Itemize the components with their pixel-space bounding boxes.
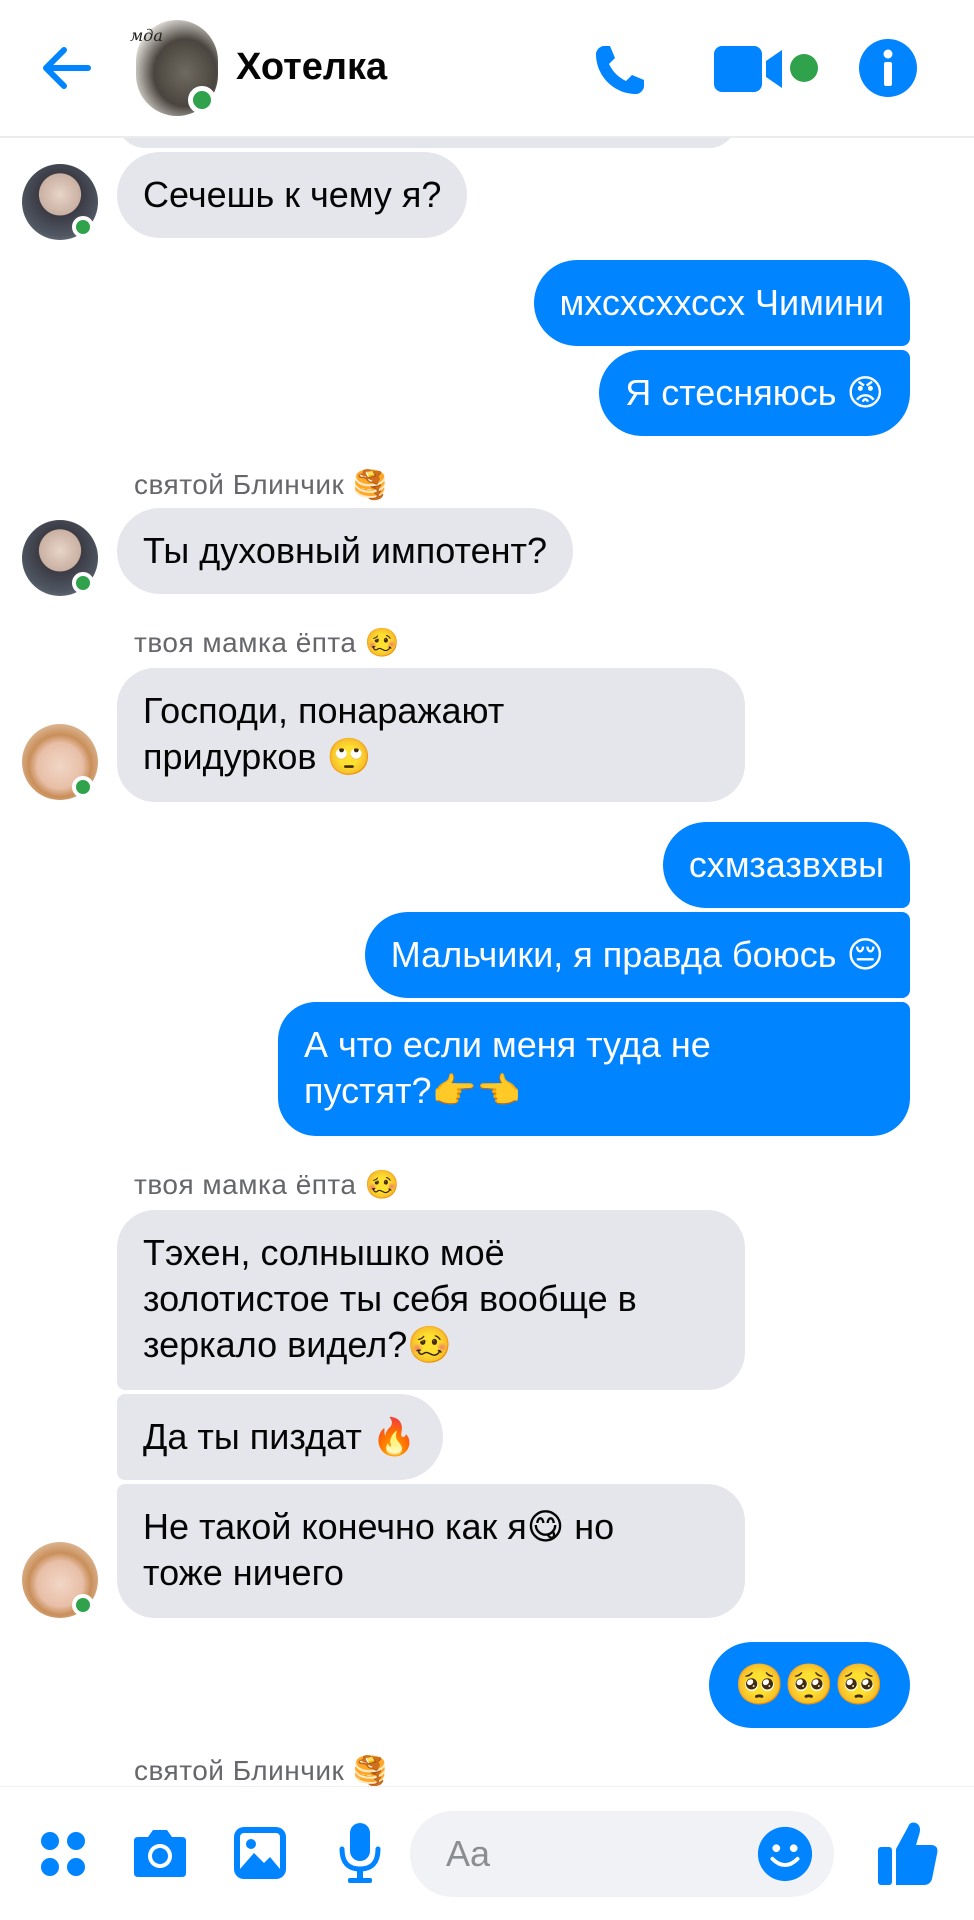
- message-bubble[interactable]: Мальчики, я правда боюсь 😔: [364, 912, 910, 998]
- online-indicator: [72, 216, 94, 238]
- message-bubble[interactable]: Тэхен, солнышко моё золотистое ты себя в…: [117, 1210, 745, 1390]
- message-bubble[interactable]: Ты духовный импотент?: [117, 508, 573, 594]
- online-indicator: [72, 776, 94, 798]
- sender-name: святой Блинчик 🥞: [134, 469, 388, 500]
- microphone-icon[interactable]: [338, 1821, 382, 1885]
- message-bubble[interactable]: мхсхсххссх Чимини: [533, 260, 910, 346]
- message-bubble[interactable]: А что если меня туда не пустят?👉👈: [278, 1002, 910, 1136]
- message-input[interactable]: Aa: [410, 1811, 834, 1897]
- message-bubble[interactable]: Господи, понаражают придурков 🙄: [117, 668, 745, 802]
- gallery-icon[interactable]: [232, 1825, 288, 1881]
- message-bubble[interactable]: Сечешь к чему я?: [117, 152, 468, 238]
- avatar-caption: мда: [130, 26, 163, 45]
- phone-icon[interactable]: [590, 40, 650, 100]
- back-arrow-icon[interactable]: [38, 40, 94, 96]
- camera-icon[interactable]: [130, 1827, 190, 1879]
- message-bubble[interactable]: 🥺🥺🥺: [708, 1642, 910, 1728]
- emoji-icon[interactable]: [756, 1825, 814, 1883]
- online-indicator: [72, 572, 94, 594]
- menu-dots-icon[interactable]: [38, 1829, 88, 1879]
- video-call-icon[interactable]: [712, 44, 792, 94]
- message-list[interactable]: Сечешь к чему я? мхсхсххссх Чимини Я сте…: [0, 138, 974, 1786]
- message-bubble[interactable]: схмзазвхвы: [662, 822, 910, 908]
- online-indicator: [188, 86, 216, 114]
- online-indicator: [72, 1594, 94, 1616]
- sender-name: святой Блинчик 🥞: [134, 1755, 388, 1786]
- message-bubble[interactable]: Да ты пиздат 🔥: [117, 1394, 443, 1480]
- message-bubble[interactable]: Я стесняюсь 😡: [599, 350, 910, 436]
- clipped-message-bubble: [117, 138, 737, 148]
- message-composer: Aa: [0, 1786, 974, 1920]
- info-icon[interactable]: [858, 38, 918, 98]
- chat-header: мда Хотелка: [0, 0, 974, 138]
- chat-avatar[interactable]: мда: [130, 20, 218, 116]
- sender-name: твоя мамка ёпта 🥴: [134, 1169, 401, 1200]
- chat-title[interactable]: Хотелка: [236, 46, 387, 89]
- message-input-placeholder: Aa: [446, 1833, 491, 1874]
- message-bubble[interactable]: Не такой конечно как я😋 но тоже ничего: [117, 1484, 745, 1618]
- sender-name: твоя мамка ёпта 🥴: [134, 627, 401, 658]
- active-call-indicator: [790, 54, 818, 82]
- thumbs-up-icon[interactable]: [876, 1819, 940, 1887]
